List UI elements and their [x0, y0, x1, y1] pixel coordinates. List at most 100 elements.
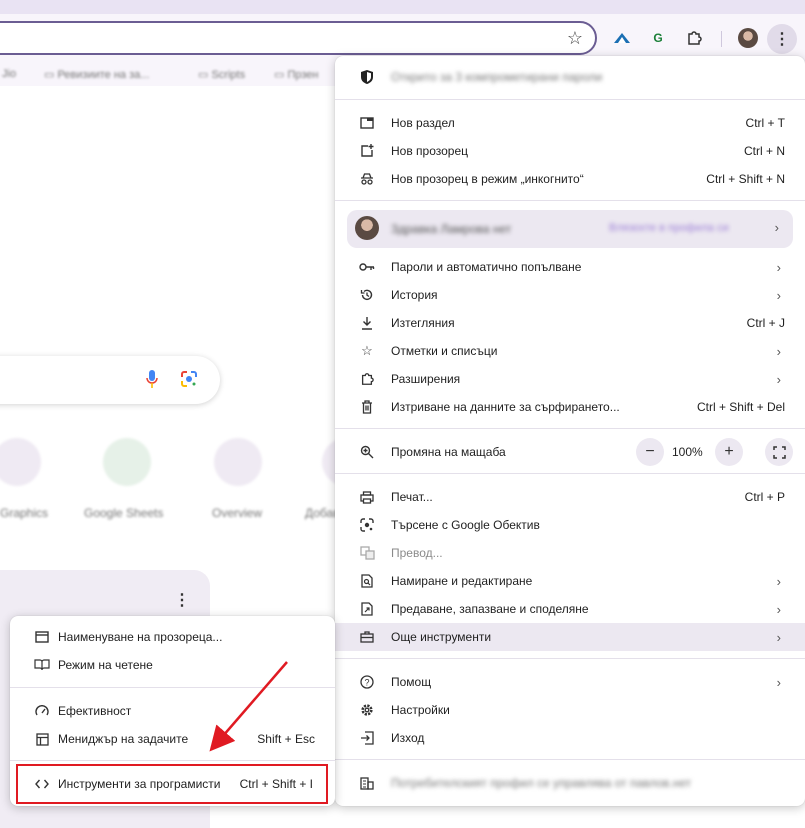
new-window-icon [359, 143, 375, 159]
menu-item-label: Настройки [391, 703, 450, 717]
download-icon [359, 315, 375, 331]
menu-item-new-window[interactable]: Нов прозорец Ctrl + N [335, 137, 805, 165]
gauge-icon [34, 703, 50, 719]
shortcut-tile[interactable] [214, 438, 262, 486]
menu-item-translate[interactable]: Превод... [335, 539, 805, 567]
menu-item-shortcut: Ctrl + J [746, 316, 785, 330]
address-bar[interactable]: ☆ [0, 21, 597, 55]
password-warning-item[interactable]: Открито за 3 компрометирани пароли [335, 63, 805, 91]
menu-item-label: Отметки и списъци [391, 344, 498, 358]
profile-menu-row[interactable]: Здравка Ламрова нет Влязохте в профила с… [347, 210, 793, 248]
zoom-level: 100% [672, 445, 703, 459]
bookmark-item[interactable]: ▭ Ревизиите на за... [44, 68, 149, 81]
menu-item-label: Търсене с Google Обектив [391, 518, 540, 532]
annotation-highlight-box [16, 764, 328, 804]
menu-item-label: Разширения [391, 372, 461, 386]
tab-strip [0, 0, 805, 14]
shortcut-tile[interactable] [0, 438, 41, 486]
menu-item-label: Ефективност [58, 704, 132, 718]
chrome-main-menu: Открито за 3 компрометирани пароли Нов р… [335, 56, 805, 806]
google-lens-icon[interactable] [180, 370, 198, 388]
menu-item-bookmarks[interactable]: ☆ Отметки и списъци › [335, 337, 805, 365]
extension-icon-blue[interactable] [611, 27, 633, 49]
menu-divider [335, 200, 805, 201]
new-tab-icon [359, 115, 375, 131]
submenu-item-performance[interactable]: Ефективност [10, 697, 335, 725]
menu-item-label: Изтегляния [391, 316, 455, 330]
password-warning-label: Открито за 3 компрометирани пароли [391, 70, 603, 84]
chevron-right-icon: › [774, 220, 779, 235]
lens-icon [359, 517, 375, 533]
menu-item-new-tab[interactable]: Нов раздел Ctrl + T [335, 109, 805, 137]
menu-divider [10, 760, 335, 761]
incognito-icon [359, 171, 375, 187]
profile-avatar-icon[interactable] [738, 28, 758, 48]
menu-item-shortcut: Ctrl + T [745, 116, 785, 130]
menu-item-google-lens[interactable]: Търсене с Google Обектив [335, 511, 805, 539]
translate-icon [359, 545, 375, 561]
bookmark-item[interactable]: ▭ Прзен [274, 68, 318, 81]
reading-icon [34, 657, 50, 673]
menu-item-find-edit[interactable]: Намиране и редактиране › [335, 567, 805, 595]
chevron-right-icon: › [776, 573, 781, 589]
menu-item-clear-data[interactable]: Изтриване на данните за сърфирането... C… [335, 393, 805, 421]
menu-item-label: Промяна на мащаба [391, 445, 506, 459]
menu-item-label: Превод... [391, 546, 443, 560]
shortcut-label: Graphics [0, 506, 49, 520]
menu-item-passwords[interactable]: Пароли и автоматично попълване › [335, 253, 805, 281]
profile-signin-status: Влязохте в профила си [609, 222, 729, 234]
chevron-right-icon: › [776, 287, 781, 303]
menu-item-incognito[interactable]: Нов прозорец в режим „инкогнито“ Ctrl + … [335, 165, 805, 193]
bookmark-star-icon[interactable]: ☆ [567, 28, 583, 48]
menu-item-more-tools[interactable]: Още инструменти › [335, 623, 805, 651]
menu-item-shortcut: Ctrl + N [743, 144, 785, 158]
menu-item-cast-save-share[interactable]: Предаване, запазване и споделяне › [335, 595, 805, 623]
menu-item-settings[interactable]: Настройки [335, 696, 805, 724]
menu-item-history[interactable]: История › [335, 281, 805, 309]
submenu-item-reading-mode[interactable]: Режим на четене [10, 651, 335, 679]
fullscreen-icon [772, 445, 786, 459]
fullscreen-button[interactable] [765, 438, 793, 466]
bookmark-item[interactable]: Jio [2, 68, 16, 80]
shortcut-tile[interactable] [103, 438, 151, 486]
menu-divider [335, 99, 805, 100]
chrome-menu-button[interactable]: ⋮ [767, 24, 797, 54]
shortcut-label: Google Sheets [84, 506, 164, 520]
menu-item-downloads[interactable]: Изтегляния Ctrl + J [335, 309, 805, 337]
trash-icon [359, 399, 375, 415]
chevron-right-icon: › [776, 371, 781, 387]
menu-divider [335, 759, 805, 760]
menu-item-help[interactable]: ? Помощ › [335, 668, 805, 696]
menu-item-shortcut: Ctrl + Shift + N [706, 172, 785, 186]
menu-item-exit[interactable]: Изход [335, 724, 805, 752]
extension-g-icon[interactable]: G [647, 27, 669, 49]
profile-name: Здравка Ламрова нет [391, 222, 512, 236]
window-icon [34, 629, 50, 645]
voice-search-icon[interactable] [146, 370, 158, 388]
bookmark-item[interactable]: ▭ Scripts [198, 68, 245, 81]
menu-item-label: Нов прозорец [391, 144, 469, 158]
menu-item-label: Помощ [391, 675, 432, 689]
menu-item-label: Предаване, запазване и споделяне [391, 602, 589, 616]
chevron-right-icon: › [776, 343, 781, 359]
help-icon: ? [359, 674, 375, 690]
key-icon [359, 259, 375, 275]
card-menu-icon[interactable]: ⋮ [174, 590, 190, 610]
ntp-search-box[interactable] [0, 356, 220, 404]
menu-item-extensions[interactable]: Разширения › [335, 365, 805, 393]
zoom-in-button[interactable]: + [715, 438, 743, 466]
menu-item-label: Изтриване на данните за сърфирането... [391, 400, 620, 414]
submenu-item-task-manager[interactable]: Мениджър на задачите Shift + Esc [10, 725, 335, 753]
menu-item-print[interactable]: Печат... Ctrl + P [335, 483, 805, 511]
find-icon [359, 573, 375, 589]
submenu-item-name-window[interactable]: Наименуване на прозореца... [10, 623, 335, 651]
menu-item-managed-profile[interactable]: Потребителският профил се управлява от п… [335, 769, 805, 797]
menu-item-label: Намиране и редактиране [391, 574, 533, 588]
menu-item-label: Мениджър на задачите [58, 732, 189, 746]
zoom-out-button[interactable]: − [636, 438, 664, 466]
menu-item-label: Печат... [391, 490, 433, 504]
zoom-icon [359, 444, 375, 460]
menu-item-label: Още инструменти [391, 630, 492, 644]
chevron-right-icon: › [776, 601, 781, 617]
extensions-puzzle-icon[interactable] [683, 27, 705, 49]
